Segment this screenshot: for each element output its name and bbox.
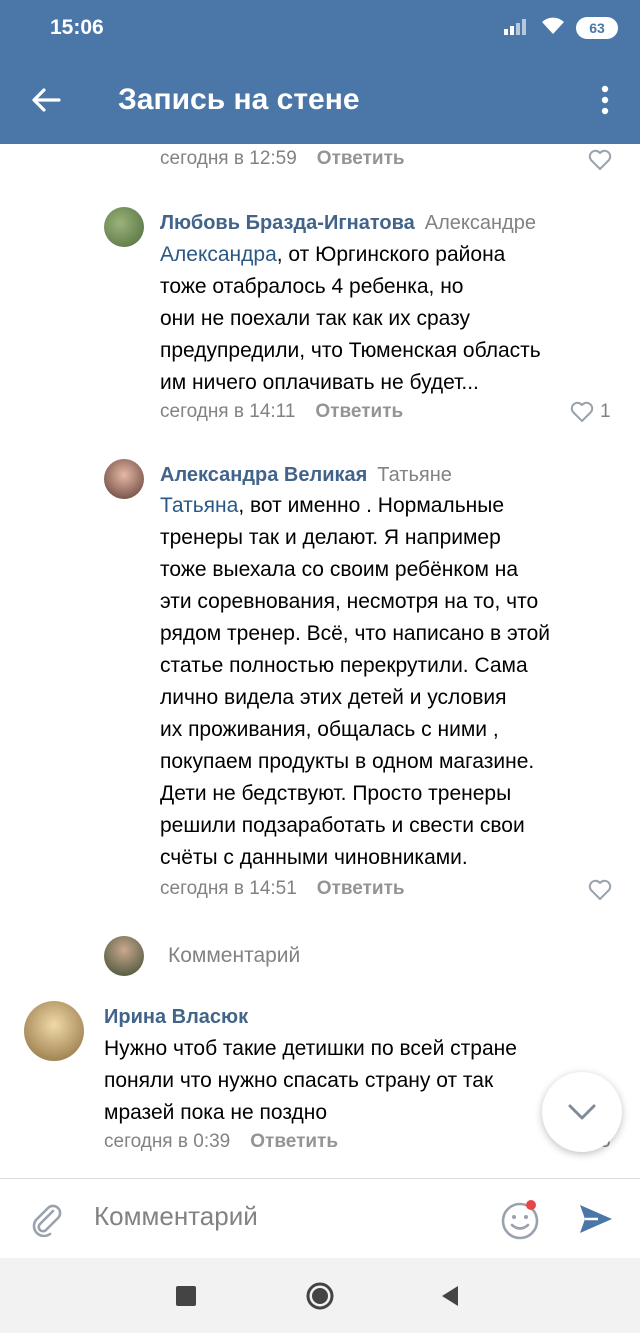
status-icons: 63 [504, 16, 618, 40]
triangle-back-icon [442, 1286, 458, 1306]
top-bar: 15:06 63 Запись на стене [0, 0, 640, 144]
scroll-down-button[interactable] [542, 1072, 622, 1152]
like-count: 1 [600, 401, 611, 422]
author-name[interactable]: Ирина Власюк [104, 1006, 248, 1028]
avatar[interactable] [24, 1001, 84, 1061]
comment-text-line: , вот именно . Нормальные [238, 494, 505, 517]
app-bar: Запись на стене [0, 56, 640, 144]
heart-icon [588, 149, 612, 170]
comment-text-line: тренеры так и делают. Я например [160, 526, 501, 549]
comment-text-line: покупаем продукты в одном магазине. [160, 750, 535, 773]
more-menu-button[interactable] [590, 78, 620, 122]
comment-header: Ирина Власюк [104, 1006, 248, 1029]
wifi-icon [540, 16, 566, 41]
heart-icon [588, 879, 612, 900]
comment-text-line: тоже выехала со своим ребёнком на [160, 558, 518, 581]
avatar[interactable] [104, 459, 144, 499]
page-title: Запись на стене [118, 83, 360, 116]
author-name[interactable]: Любовь Бразда-Игнатова [160, 212, 415, 234]
comment-text-line: рядом тренер. Всё, что написано в этой [160, 622, 551, 645]
comment-text-line: Дети не бедствуют. Просто тренеры [160, 782, 512, 805]
comment-text-line: тоже отабралось 4 ребенка, но [160, 275, 464, 298]
home-circle-icon [306, 1282, 334, 1310]
comment-input[interactable]: Комментарий [94, 1201, 258, 1232]
send-button[interactable] [574, 1197, 618, 1241]
comment-text: Александра, от Юргинского района тоже от… [160, 239, 630, 399]
comment-time: сегодня в 0:39 [104, 1131, 231, 1152]
comment-meta: сегодня в 12:59 Ответить [160, 148, 405, 170]
arrow-back-icon [32, 88, 61, 112]
comment-meta: сегодня в 14:51 Ответить [160, 878, 405, 900]
comment-text-line: им ничего оплачивать не будет... [160, 371, 479, 394]
comment-text-line: решили подзаработать и свести свои [160, 814, 525, 837]
reply-button[interactable]: Ответить [317, 878, 405, 900]
battery-icon: 63 [576, 17, 618, 39]
reply-input-row[interactable]: Комментарий [104, 936, 300, 976]
comment-text-line: статье полностью перекрутили. Сама [160, 654, 528, 677]
reply-button[interactable]: Ответить [317, 148, 405, 170]
comment-time: сегодня в 12:59 [160, 148, 297, 169]
back-nav-button[interactable] [430, 1276, 470, 1316]
home-button[interactable] [300, 1276, 340, 1316]
mention-link[interactable]: Александра [160, 243, 277, 266]
comment-text-line: их проживания, общалась с ними , [160, 718, 499, 741]
reply-input-placeholder[interactable]: Комментарий [168, 944, 300, 968]
like-button[interactable] [588, 879, 612, 901]
author-name[interactable]: Александра Великая [160, 464, 367, 486]
comment-meta: сегодня в 14:11 Ответить [160, 401, 403, 423]
like-button[interactable]: 1 [570, 401, 611, 423]
comments-list: сегодня в 12:59 Ответить Любовь Бразда-И… [0, 144, 640, 1178]
send-icon [580, 1205, 612, 1233]
comment-header: Любовь Бразда-Игнатова Александре [160, 212, 536, 235]
reply-to-name[interactable]: Александре [425, 212, 536, 234]
recents-button[interactable] [166, 1276, 206, 1316]
comment-time: сегодня в 14:51 [160, 878, 297, 899]
chevron-down-icon [568, 1104, 596, 1120]
comment-composer: Комментарий [0, 1178, 640, 1258]
mention-link[interactable]: Татьяна [160, 494, 238, 517]
comment-text-line: , от Юргинского района [276, 243, 506, 266]
comment-header: Александра Великая Татьяне [160, 464, 452, 487]
emoji-button[interactable] [498, 1197, 542, 1241]
comment-text-line: они не поехали так как их сразу [160, 307, 470, 330]
attach-button[interactable] [26, 1199, 66, 1239]
comment-text: Татьяна, вот именно . Нормальные тренеры… [160, 490, 635, 874]
status-bar: 15:06 63 [0, 0, 640, 56]
avatar[interactable] [104, 207, 144, 247]
paperclip-icon [32, 1204, 62, 1237]
comment-text-line: лично видела этих детей и условия [160, 686, 507, 709]
comment-text-line: предупредили, что Тюменская область [160, 339, 541, 362]
smile-icon [501, 1200, 539, 1240]
heart-icon [570, 401, 594, 422]
comment-time: сегодня в 14:11 [160, 401, 296, 422]
my-avatar [104, 936, 144, 976]
reply-to-name[interactable]: Татьяне [377, 464, 452, 486]
reply-button[interactable]: Ответить [250, 1131, 338, 1153]
status-time: 15:06 [50, 16, 104, 39]
back-button[interactable] [22, 76, 70, 124]
comment-meta: сегодня в 0:39 Ответить [104, 1131, 338, 1153]
system-nav-bar [0, 1258, 640, 1333]
comment-text-line: Нужно чтоб такие детишки по всей стране [104, 1037, 517, 1060]
like-button[interactable] [588, 149, 612, 171]
more-vert-icon [601, 85, 609, 115]
comment-text-line: счёты с данными чиновниками. [160, 846, 468, 869]
square-icon [176, 1286, 196, 1306]
signal-icon [504, 17, 530, 40]
comment-text-line: эти соревнования, несмотря на то, что [160, 590, 539, 613]
reply-button[interactable]: Ответить [315, 401, 403, 423]
